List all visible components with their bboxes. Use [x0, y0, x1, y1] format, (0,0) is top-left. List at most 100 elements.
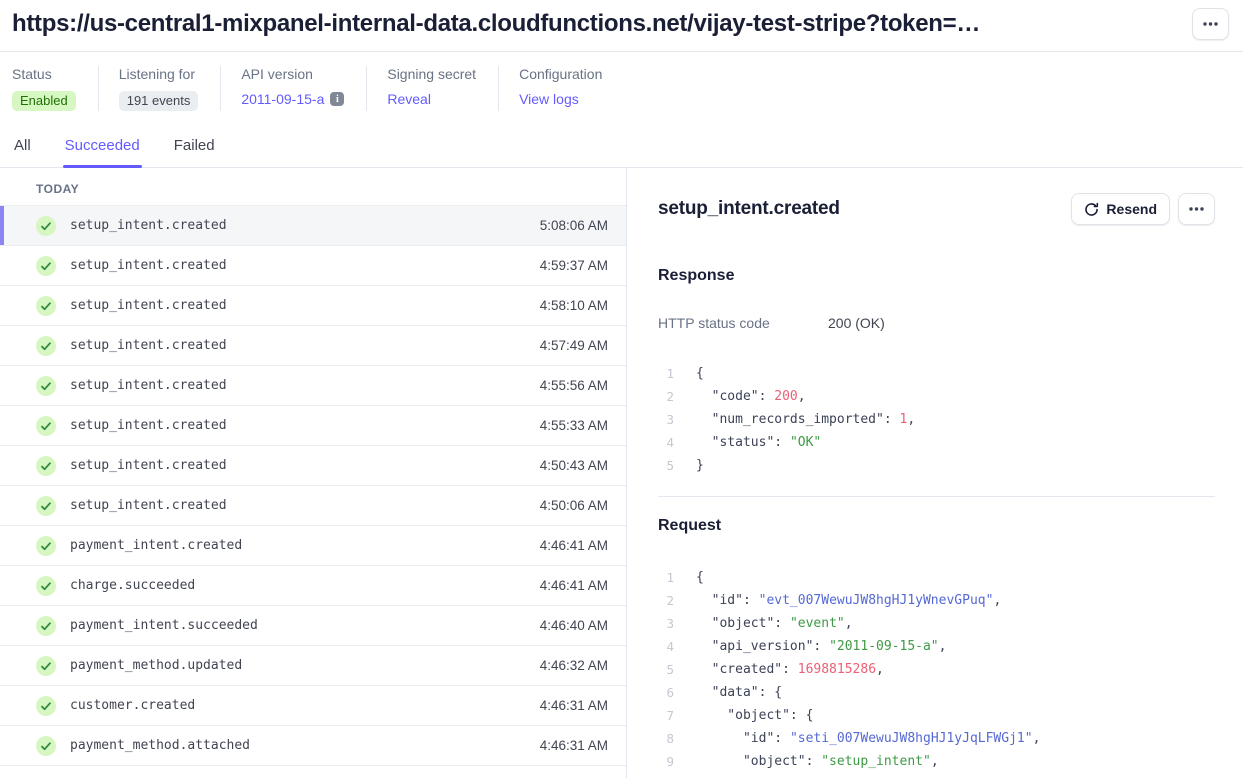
line-number: 5	[658, 454, 674, 477]
event-time: 4:55:33 AM	[540, 418, 608, 433]
event-time: 4:46:31 AM	[540, 698, 608, 713]
event-row[interactable]: payment_intent.created4:46:41 AM	[0, 526, 626, 566]
success-check-icon	[36, 336, 56, 356]
line-number: 9	[658, 750, 674, 773]
event-row[interactable]: setup_intent.created4:59:37 AM	[0, 246, 626, 286]
event-time: 4:57:49 AM	[540, 338, 608, 353]
code-text: "id": "evt_007WewuJW8hgHJ1yWnevGPuq",	[696, 589, 1001, 612]
event-name: setup_intent.created	[70, 218, 540, 233]
success-check-icon	[36, 656, 56, 676]
tab-failed[interactable]: Failed	[172, 137, 217, 167]
code-line: 1{	[658, 362, 1215, 385]
line-number: 5	[658, 658, 674, 681]
meta-listening-for: Listening for191 events	[98, 66, 221, 111]
event-time: 4:46:32 AM	[540, 658, 608, 673]
code-line: 2 "id": "evt_007WewuJW8hgHJ1yWnevGPuq",	[658, 589, 1215, 612]
event-time: 4:50:06 AM	[540, 498, 608, 513]
code-text: "created": 1698815286,	[696, 658, 884, 681]
event-time: 4:46:40 AM	[540, 618, 608, 633]
event-row[interactable]: payment_method.attached4:46:31 AM	[0, 726, 626, 766]
page-header: https://us-central1-mixpanel-internal-da…	[0, 0, 1243, 52]
code-line: 8 "id": "seti_007WewuJW8hgHJ1yJqLFWGj1",	[658, 727, 1215, 750]
event-time: 4:46:31 AM	[540, 738, 608, 753]
line-number: 8	[658, 727, 674, 750]
header-overflow-button[interactable]	[1192, 8, 1229, 40]
resend-button[interactable]: Resend	[1071, 193, 1170, 225]
line-number: 1	[658, 566, 674, 589]
event-time: 4:46:41 AM	[540, 538, 608, 553]
detail-header: setup_intent.created Resend	[658, 193, 1215, 225]
event-name: customer.created	[70, 698, 540, 713]
success-check-icon	[36, 256, 56, 276]
success-check-icon	[36, 296, 56, 316]
line-number: 4	[658, 431, 674, 454]
code-text: "id": "seti_007WewuJW8hgHJ1yJqLFWGj1",	[696, 727, 1040, 750]
event-group-label: TODAY	[0, 168, 626, 206]
signing-secret-link[interactable]: Reveal	[387, 91, 431, 107]
tab-all[interactable]: All	[12, 137, 33, 167]
event-row[interactable]: setup_intent.created4:57:49 AM	[0, 326, 626, 366]
meta-label-signing-secret: Signing secret	[387, 66, 476, 82]
line-number: 2	[658, 385, 674, 408]
event-name: charge.succeeded	[70, 578, 540, 593]
event-row[interactable]: setup_intent.created5:08:06 AM	[0, 206, 626, 246]
info-icon: i	[330, 92, 344, 106]
event-row[interactable]: setup_intent.created4:50:06 AM	[0, 486, 626, 526]
line-number: 7	[658, 704, 674, 727]
event-name: setup_intent.created	[70, 378, 540, 393]
event-name: payment_method.attached	[70, 738, 540, 753]
event-rows: setup_intent.created5:08:06 AMsetup_inte…	[0, 206, 626, 766]
configuration-link[interactable]: View logs	[519, 91, 579, 107]
code-text: {	[696, 362, 704, 385]
code-line: 9 "object": "setup_intent",	[658, 750, 1215, 773]
event-row[interactable]: setup_intent.created4:55:56 AM	[0, 366, 626, 406]
event-row[interactable]: payment_intent.succeeded4:46:40 AM	[0, 606, 626, 646]
event-row[interactable]: setup_intent.created4:50:43 AM	[0, 446, 626, 486]
code-line: 6 "data": {	[658, 681, 1215, 704]
event-list: TODAY setup_intent.created5:08:06 AMsetu…	[0, 168, 627, 778]
success-check-icon	[36, 496, 56, 516]
endpoint-meta-row: StatusEnabledListening for191 eventsAPI …	[0, 52, 1243, 111]
success-check-icon	[36, 376, 56, 396]
code-line: 2 "code": 200,	[658, 385, 1215, 408]
content-split: TODAY setup_intent.created5:08:06 AMsetu…	[0, 168, 1243, 778]
line-number: 3	[658, 408, 674, 431]
event-row[interactable]: customer.created4:46:31 AM	[0, 686, 626, 726]
http-status-value: 200 (OK)	[828, 315, 885, 331]
response-heading: Response	[658, 267, 1215, 285]
event-time: 4:55:56 AM	[540, 378, 608, 393]
code-text: "code": 200,	[696, 385, 806, 408]
code-text: "status": "OK"	[696, 431, 821, 454]
detail-overflow-button[interactable]	[1178, 193, 1215, 225]
refresh-icon	[1084, 202, 1099, 217]
event-title: setup_intent.created	[658, 198, 840, 220]
api-version-link[interactable]: 2011-09-15-a	[241, 91, 324, 107]
http-status-label: HTTP status code	[658, 315, 828, 331]
event-row[interactable]: payment_method.updated4:46:32 AM	[0, 646, 626, 686]
event-name: payment_method.updated	[70, 658, 540, 673]
meta-label-api-version: API version	[241, 66, 344, 82]
code-line: 5}	[658, 454, 1215, 477]
code-line: 7 "object": {	[658, 704, 1215, 727]
section-divider	[658, 496, 1215, 497]
success-check-icon	[36, 696, 56, 716]
event-time: 4:59:37 AM	[540, 258, 608, 273]
event-row[interactable]: charge.succeeded4:46:41 AM	[0, 566, 626, 606]
request-heading: Request	[658, 517, 1215, 535]
code-text: "object": {	[696, 704, 813, 727]
event-detail-panel: setup_intent.created Resend Response HTT…	[627, 168, 1243, 778]
ellipsis-icon	[1203, 22, 1218, 26]
http-status-row: HTTP status code 200 (OK)	[658, 315, 1215, 331]
tab-succeeded[interactable]: Succeeded	[63, 137, 142, 167]
code-text: }	[696, 454, 704, 477]
response-code-block: 1{2 "code": 200,3 "num_records_imported"…	[658, 362, 1215, 477]
meta-signing-secret: Signing secret Reveal	[366, 66, 498, 111]
event-time: 4:58:10 AM	[540, 298, 608, 313]
event-row[interactable]: setup_intent.created4:55:33 AM	[0, 406, 626, 446]
code-line: 1{	[658, 566, 1215, 589]
event-row[interactable]: setup_intent.created4:58:10 AM	[0, 286, 626, 326]
status-badge: Enabled	[12, 91, 76, 111]
event-time: 4:50:43 AM	[540, 458, 608, 473]
code-text: "num_records_imported": 1,	[696, 408, 915, 431]
webhook-endpoint-page: https://us-central1-mixpanel-internal-da…	[0, 0, 1243, 778]
